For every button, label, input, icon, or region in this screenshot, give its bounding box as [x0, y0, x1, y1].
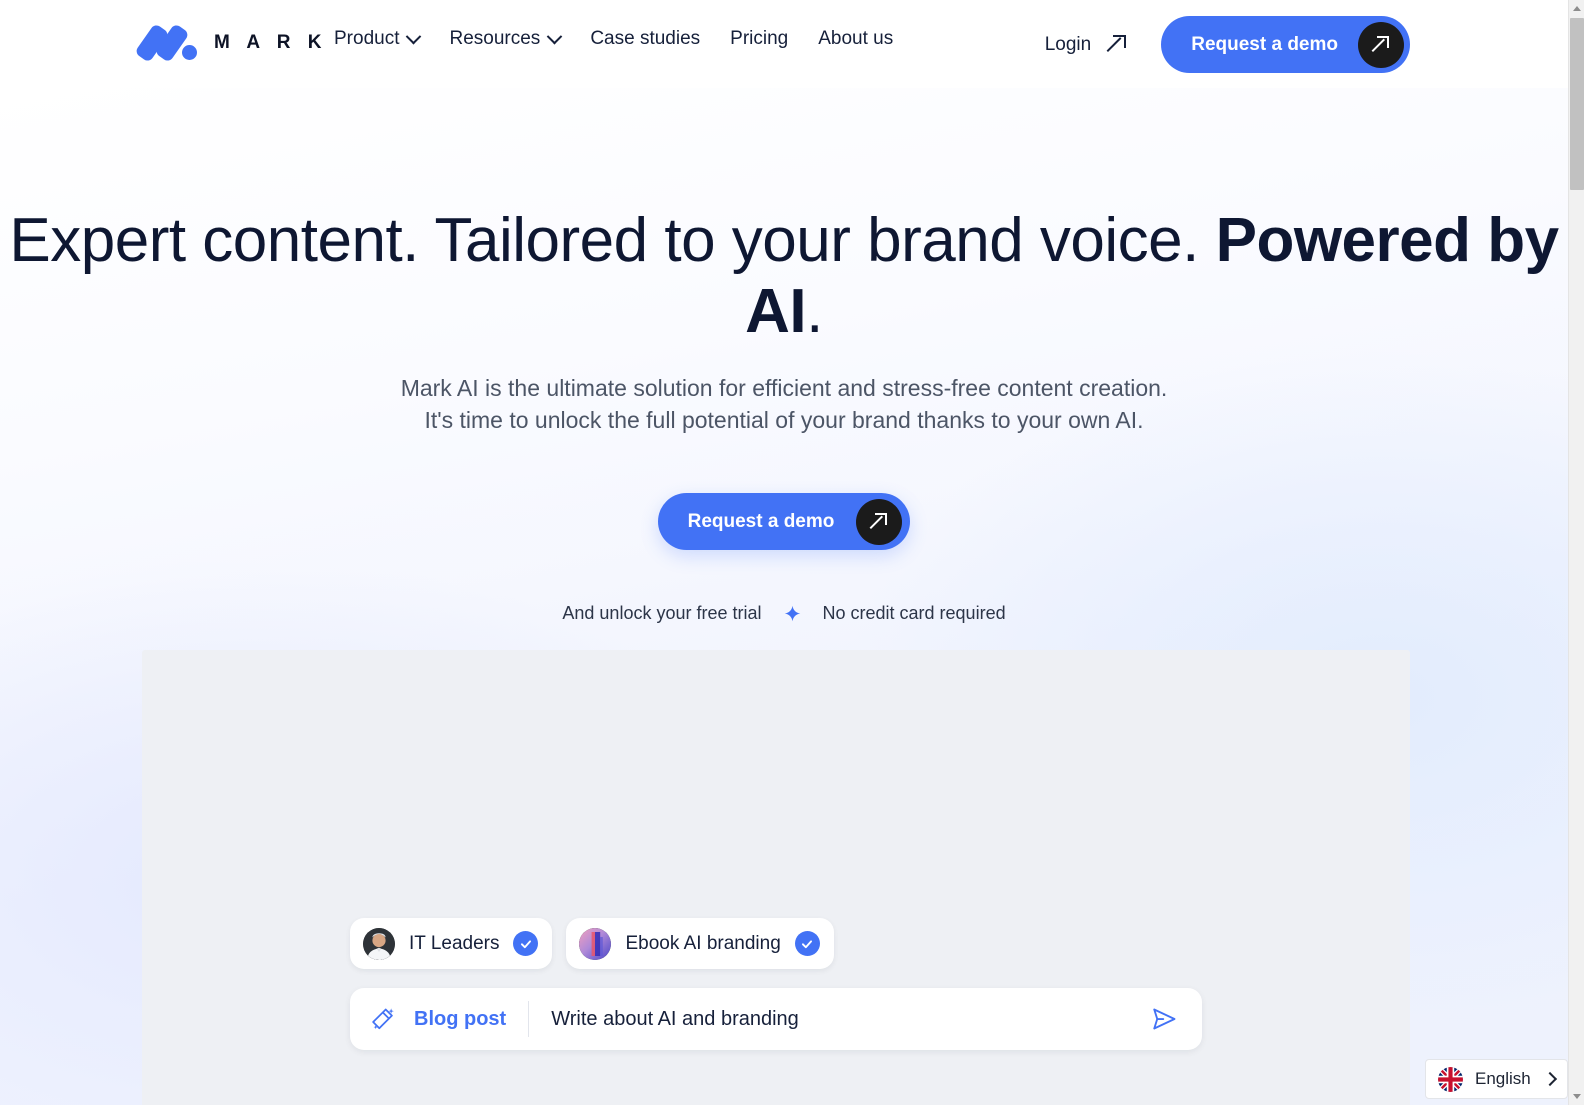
language-selector[interactable]: English: [1425, 1059, 1568, 1099]
arrow-up-right-icon: [1107, 34, 1127, 54]
brand-logo[interactable]: M A R K: [134, 23, 328, 63]
hero-cta-row: Request a demo: [0, 493, 1568, 550]
brand-wordmark: M A R K: [214, 32, 328, 53]
header-actions: Login Request a demo: [1045, 16, 1410, 73]
triangle-up-icon: [1573, 6, 1581, 11]
send-button[interactable]: [1142, 997, 1186, 1041]
person-avatar: [363, 927, 395, 960]
prompt-input[interactable]: [551, 1007, 1142, 1031]
request-demo-button-hero[interactable]: Request a demo: [657, 493, 911, 550]
selection-chips-row: IT Leaders Ebook AI branding: [350, 918, 834, 969]
headline-period: .: [806, 276, 823, 346]
arrow-up-right-icon: [871, 512, 888, 530]
primary-navigation: Product Resources Case studies Pricing A…: [334, 28, 893, 50]
nav-item-product[interactable]: Product: [334, 28, 422, 50]
chevron-down-icon: [406, 28, 422, 44]
request-demo-label: Request a demo: [1191, 33, 1338, 55]
uk-flag-icon: [1438, 1066, 1463, 1092]
login-label: Login: [1044, 33, 1092, 55]
subtitle-line-1: Mark AI is the ultimate solution for eff…: [400, 375, 1168, 401]
language-label: English: [1475, 1069, 1531, 1088]
nav-item-label: Product: [334, 28, 400, 49]
subtitle-line-2: It's time to unlock the full potential o…: [424, 406, 1144, 433]
mark-logo-icon: [134, 23, 200, 63]
page-content: M A R K Product Resources Case studies P…: [0, 0, 1568, 1105]
arrow-badge: [1358, 21, 1404, 68]
prompt-composer: Blog post: [350, 988, 1202, 1050]
divider: [528, 1001, 530, 1037]
magic-wand-icon[interactable]: [370, 1006, 396, 1032]
arrow-up-right-icon: [1373, 35, 1389, 53]
vertical-scrollbar[interactable]: [1568, 0, 1584, 1105]
chip-it-leaders[interactable]: IT Leaders: [350, 918, 553, 969]
request-demo-button-header[interactable]: Request a demo: [1161, 16, 1410, 73]
login-link[interactable]: Login: [1044, 33, 1127, 56]
page-title: Expert content. Tailored to your brand v…: [0, 206, 1568, 347]
product-preview-panel: IT Leaders Ebook AI branding Blog post W…: [142, 650, 1410, 1105]
chip-ebook-ai-branding[interactable]: Ebook AI branding: [566, 918, 834, 969]
arrow-badge: [856, 498, 903, 545]
chip-label: IT Leaders: [409, 932, 500, 954]
check-circle-icon[interactable]: [513, 931, 539, 956]
hero-section: Expert content. Tailored to your brand v…: [0, 88, 1568, 1105]
free-trial-note: And unlock your free trial No credit car…: [0, 603, 1568, 624]
nav-item-about-us[interactable]: About us: [818, 28, 893, 50]
prompt-type-selector[interactable]: Blog post: [414, 1008, 506, 1031]
hero-subtitle: Mark AI is the ultimate solution for eff…: [0, 373, 1568, 436]
ebook-gradient-icon: [579, 927, 612, 960]
chevron-down-icon: [547, 28, 563, 44]
free-trial-text: And unlock your free trial: [562, 603, 762, 623]
nav-item-label: Resources: [449, 28, 541, 49]
chip-label: Ebook AI branding: [625, 932, 781, 954]
scroll-down-arrow[interactable]: [1569, 1088, 1584, 1105]
nav-item-resources[interactable]: Resources: [449, 28, 563, 50]
scroll-up-arrow[interactable]: [1569, 0, 1584, 17]
sparkle-icon: [784, 605, 800, 622]
nav-item-case-studies[interactable]: Case studies: [590, 28, 700, 50]
no-credit-card-text: No credit card required: [822, 603, 1006, 623]
nav-item-pricing[interactable]: Pricing: [730, 28, 788, 50]
check-circle-icon[interactable]: [794, 931, 820, 956]
scrollbar-thumb[interactable]: [1570, 18, 1584, 190]
site-header: M A R K Product Resources Case studies P…: [0, 0, 1568, 88]
headline-regular: Expert content. Tailored to your brand v…: [9, 206, 1216, 275]
browser-viewport: M A R K Product Resources Case studies P…: [0, 0, 1584, 1105]
triangle-down-icon: [1573, 1094, 1581, 1099]
request-demo-label: Request a demo: [687, 510, 835, 532]
chevron-right-icon: [1542, 1071, 1558, 1087]
send-plane-icon: [1153, 1008, 1176, 1030]
